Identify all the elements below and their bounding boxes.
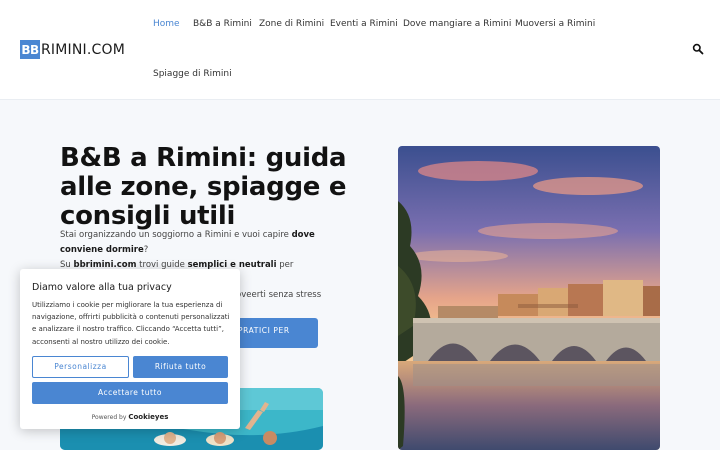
search-icon[interactable] bbox=[692, 43, 704, 55]
nav-muoversi[interactable]: Muoversi a Rimini bbox=[515, 19, 595, 29]
hero-text-plain: oveerti senza stress bbox=[236, 290, 322, 300]
customize-button[interactable]: Personalizza bbox=[32, 356, 129, 378]
cookieyes-logo[interactable]: Cookieyes bbox=[128, 413, 168, 421]
nav-zone[interactable]: Zone di Rimini bbox=[259, 19, 324, 29]
reject-all-button[interactable]: Rifiuta tutto bbox=[133, 356, 228, 378]
hero-paragraph-1: Stai organizzando un soggiorno a Rimini … bbox=[60, 228, 330, 258]
powered-by: Powered by Cookieyes bbox=[20, 413, 240, 421]
powered-by-label: Powered by bbox=[91, 414, 127, 421]
hero-text-plain: Stai organizzando un soggiorno a Rimini … bbox=[60, 230, 292, 240]
hero-photo bbox=[398, 146, 660, 450]
nav-home[interactable]: Home bbox=[153, 19, 180, 29]
nav-dove-mangiare[interactable]: Dove mangiare a Rimini bbox=[403, 19, 511, 29]
cookie-description: Utilizziamo i cookie per migliorare la t… bbox=[32, 301, 230, 346]
site-header: BB RIMINI.COM Home B&B a Rimini Zone di … bbox=[0, 0, 720, 100]
cookie-banner: Diamo valore alla tua privacy Utilizziam… bbox=[20, 269, 240, 429]
hero-text-plain: ? bbox=[143, 245, 149, 255]
site-logo[interactable]: BB RIMINI.COM bbox=[20, 40, 125, 59]
page-title: B&B a Rimini: guida alle zone, spiagge e… bbox=[60, 143, 347, 231]
cookie-title: Diamo valore alla tua privacy bbox=[32, 282, 172, 293]
nav-spiagge[interactable]: Spiagge di Rimini bbox=[153, 69, 232, 79]
logo-text: RIMINI.COM bbox=[41, 41, 125, 58]
logo-badge: BB bbox=[20, 40, 40, 59]
nav-bnb[interactable]: B&B a Rimini bbox=[193, 19, 252, 29]
nav-eventi[interactable]: Eventi a Rimini bbox=[330, 19, 398, 29]
accept-all-button[interactable]: Accettare tutto bbox=[32, 382, 228, 404]
